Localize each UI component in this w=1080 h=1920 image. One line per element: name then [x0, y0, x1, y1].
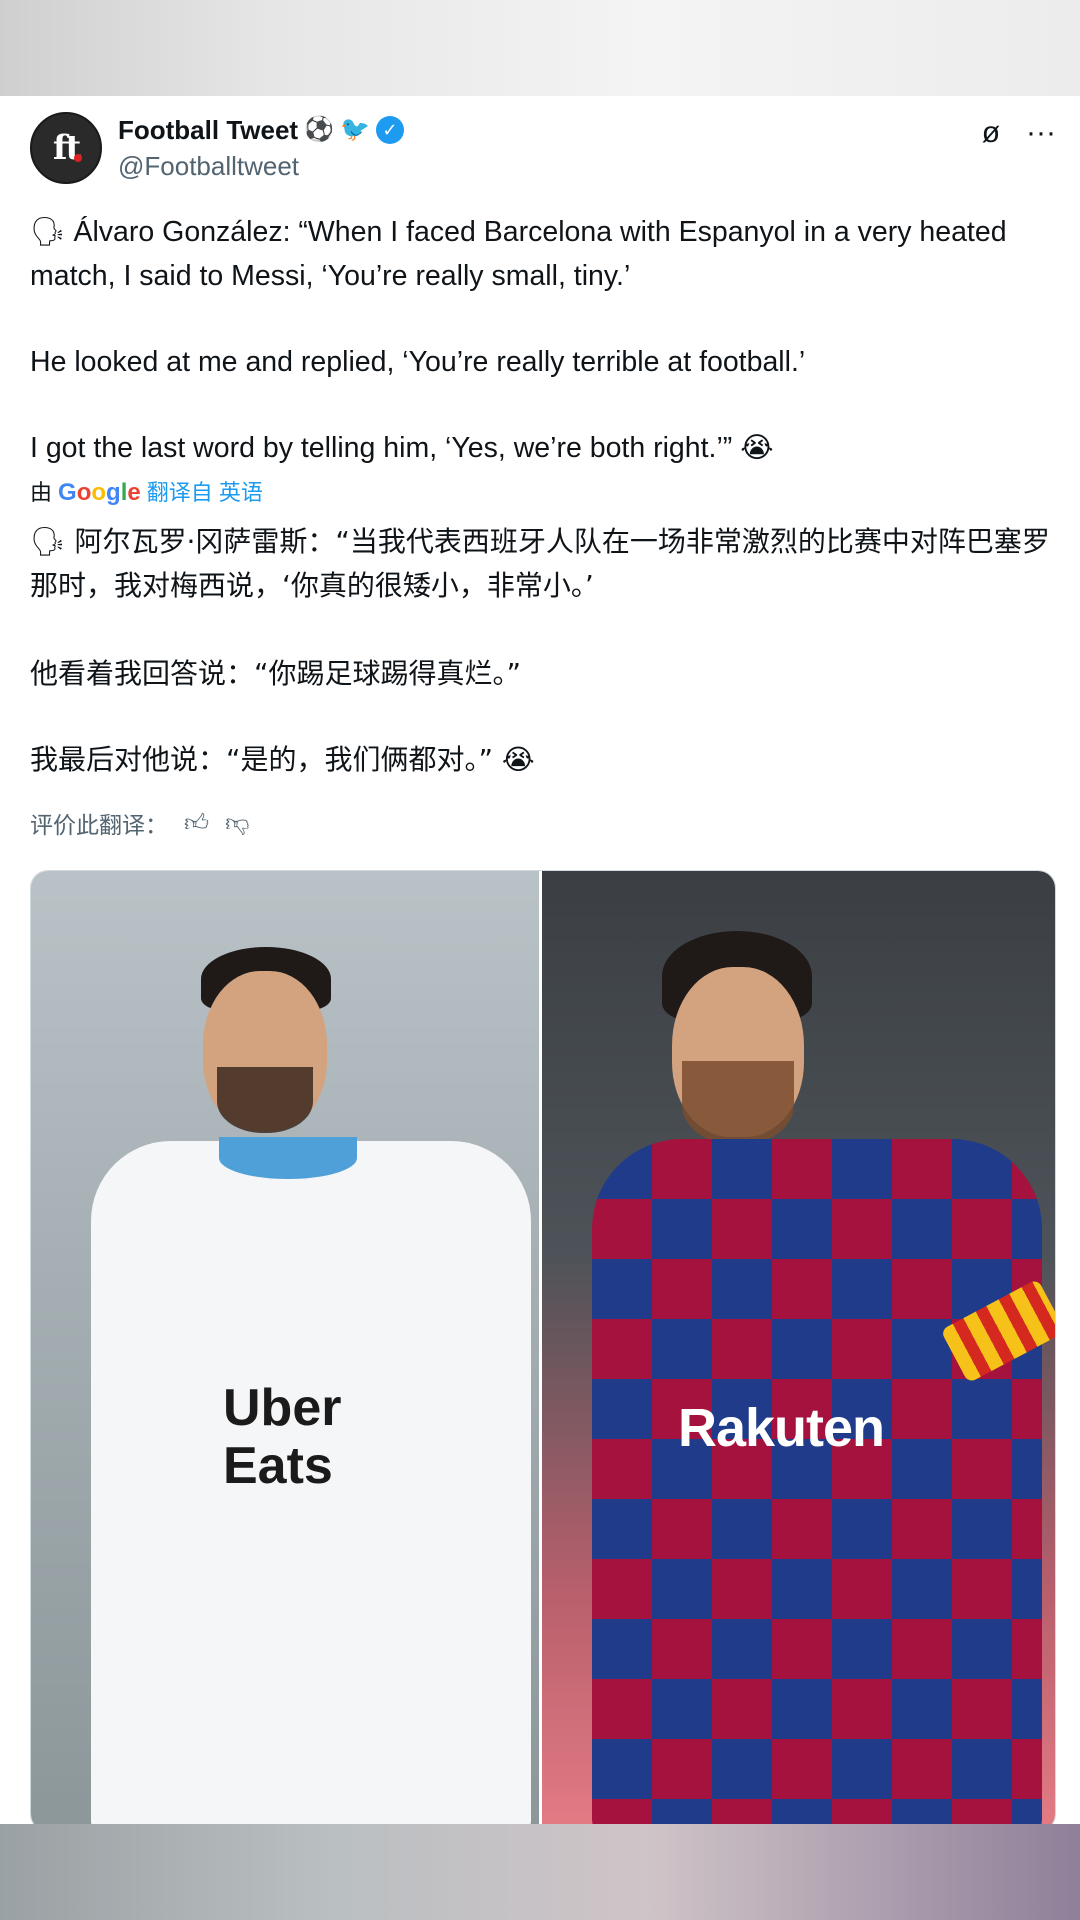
right-sponsor: Rakuten — [678, 1398, 885, 1458]
tweet-text-line-1: 🗣 Álvaro González: “When I faced Barcelo… — [30, 210, 1060, 298]
author-name[interactable]: Football Tweet — [118, 114, 298, 146]
media-left-photo[interactable]: Uber Eats — [31, 871, 539, 1824]
blurred-bottom-edge — [0, 1824, 1080, 1920]
avatar[interactable]: ft — [30, 112, 102, 184]
translated-text-line-3: 我最后对他说：“是的，我们俩都对。” 😭 — [30, 743, 535, 776]
speaking-head-icon-2: 🗣 — [30, 525, 66, 558]
more-icon[interactable]: ··· — [1026, 116, 1056, 150]
translation-source-link[interactable]: 翻译自 英语 — [147, 478, 263, 508]
avatar-logo: ft — [52, 128, 81, 168]
thumbs-up-icon[interactable]: 👍︎ — [184, 809, 209, 838]
author-handle[interactable]: @Footballtweet — [118, 150, 299, 182]
media-right-photo[interactable]: Rakuten — [542, 871, 1055, 1824]
beard-left — [217, 1067, 313, 1133]
left-sponsor-line2: Eats — [223, 1437, 333, 1495]
translation-prefix: 由 — [30, 480, 53, 505]
tweet-text-line-3: I got the last word by telling him, ‘Yes… — [30, 432, 774, 464]
rate-label: 评价此翻译： — [30, 813, 168, 839]
left-sponsor-line1: Uber — [223, 1379, 342, 1437]
tweet-text-1: Álvaro González: “When I faced Barcelona… — [30, 216, 1007, 292]
tweet-top-actions: ø ··· — [982, 116, 1056, 150]
blurred-top-edge — [0, 0, 1080, 96]
tweet-media[interactable]: Uber Eats Rakuten — [30, 870, 1056, 1824]
avatar-dot — [74, 154, 82, 162]
tweet-text-line-2: He looked at me and replied, ‘You’re rea… — [30, 346, 806, 378]
soccer-ball-icon: ⚽ — [304, 116, 334, 143]
jersey-collar — [219, 1137, 357, 1179]
twitter-bird-icon: 🐦 — [339, 116, 370, 143]
translated-text-line-2: 他看着我回答说：“你踢足球踢得真烂。” — [30, 657, 522, 690]
grok-icon[interactable]: ø — [982, 116, 1000, 150]
verified-badge-icon: ✓ — [375, 116, 404, 144]
tweet-card: ft Football Tweet ⚽ 🐦 ✓ @Footballtweet ø… — [0, 96, 1080, 1824]
thumbs-down-icon[interactable]: 👎︎ — [225, 809, 249, 838]
barca-jersey — [592, 1139, 1042, 1824]
rate-translation: 评价此翻译： 👍︎ 👎︎ — [30, 806, 249, 840]
translated-text-line-1: 🗣 阿尔瓦罗·冈萨雷斯：“当我代表西班牙人队在一场非常激烈的比赛中对阵巴塞罗那时… — [30, 520, 1060, 608]
beard-right — [682, 1061, 794, 1145]
google-logo: Google — [58, 479, 141, 506]
translation-label: 由 Google 翻译自 英语 — [30, 478, 263, 508]
translated-text-1: 阿尔瓦罗·冈萨雷斯：“当我代表西班牙人队在一场非常激烈的比赛中对阵巴塞罗那时，我… — [30, 525, 1050, 602]
author-row[interactable]: Football Tweet ⚽ 🐦 ✓ — [118, 114, 404, 146]
speaking-head-icon: 🗣 — [30, 216, 66, 247]
